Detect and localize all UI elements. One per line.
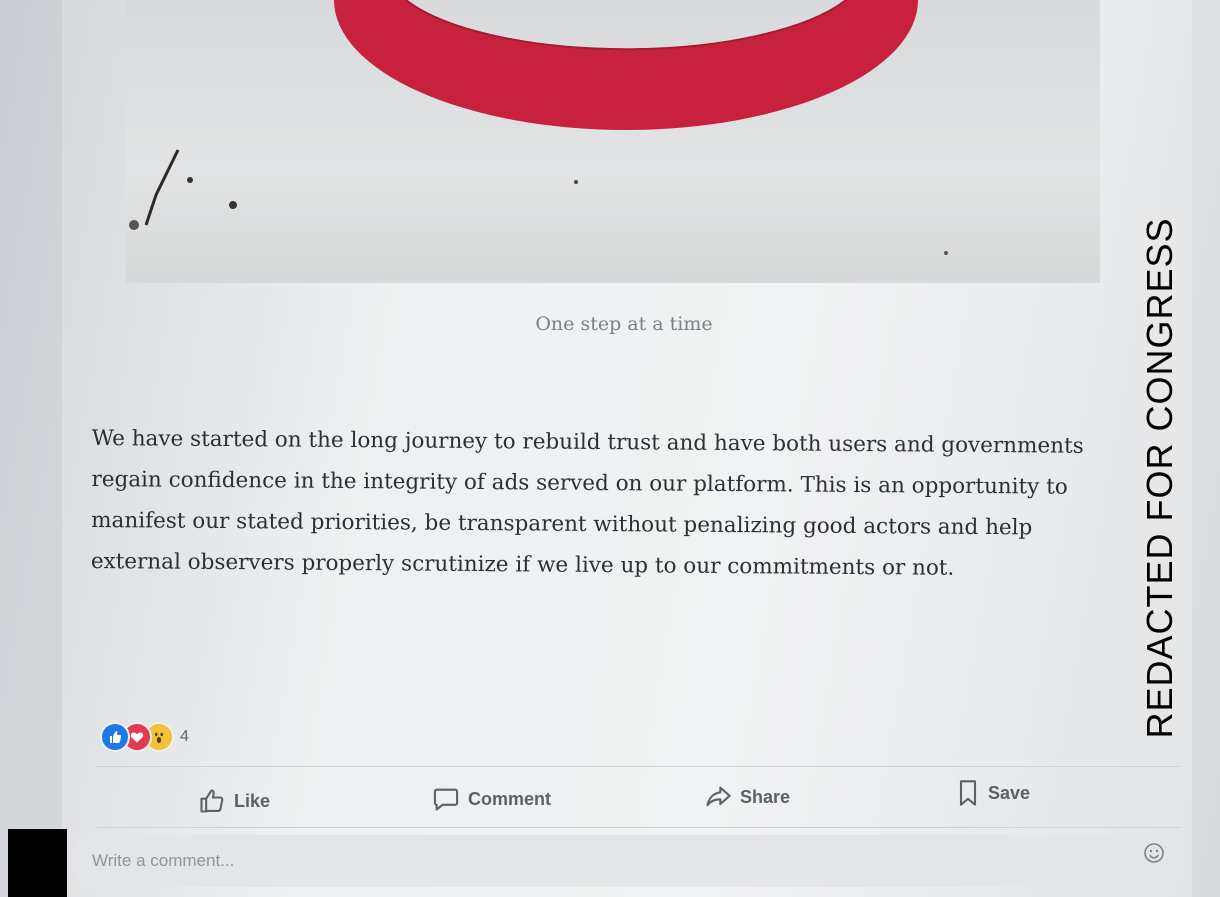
- post-action-bar: Like Comment Share Save: [96, 766, 1180, 828]
- share-button[interactable]: Share: [704, 783, 790, 811]
- post-body-text: We have started on the long journey to r…: [90, 425, 1084, 581]
- save-button-label: Save: [988, 782, 1031, 803]
- post-image[interactable]: [126, 0, 1100, 283]
- reactions-summary[interactable]: 4: [100, 722, 189, 752]
- like-reaction-icon: [100, 722, 130, 752]
- thumbs-up-icon: [200, 789, 224, 813]
- emoji-icon[interactable]: [1142, 841, 1166, 870]
- redaction-label: REDACTED FOR CONGRESS: [1139, 217, 1180, 739]
- bookmark-icon: [959, 780, 977, 806]
- share-button-label: Share: [740, 786, 791, 807]
- share-arrow-icon: [706, 786, 731, 807]
- like-button-label: Like: [234, 790, 271, 811]
- save-button[interactable]: Save: [956, 779, 1030, 807]
- like-button[interactable]: Like: [198, 787, 270, 815]
- comment-input[interactable]: Write a comment...: [72, 835, 1184, 887]
- comment-button[interactable]: Comment: [432, 785, 551, 813]
- comment-bubble-icon: [433, 788, 459, 811]
- comment-input-placeholder: Write a comment...: [92, 851, 235, 870]
- red-circle-graphic: [129, 0, 948, 255]
- image-caption: One step at a time: [535, 313, 713, 335]
- comment-button-label: Comment: [468, 788, 552, 809]
- reaction-count: 4: [180, 728, 189, 745]
- redaction-block: [8, 829, 67, 897]
- screen: One step at a time We have started on th…: [0, 0, 1220, 897]
